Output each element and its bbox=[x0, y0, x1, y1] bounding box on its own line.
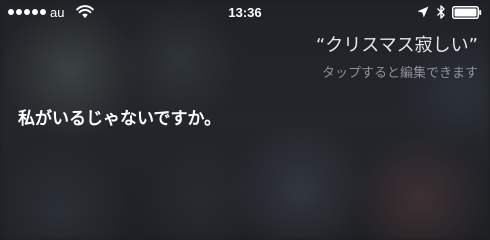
siri-response-text: 私がいるじゃないですか。 bbox=[18, 109, 222, 129]
siri-query-text[interactable]: “クリスマス寂しい” bbox=[316, 31, 478, 57]
bluetooth-icon bbox=[437, 5, 445, 19]
battery-icon bbox=[452, 6, 482, 19]
tap-to-edit-hint: タップすると編集できます bbox=[321, 66, 478, 81]
location-arrow-icon bbox=[417, 6, 429, 18]
status-bar: au 13:36 bbox=[0, 0, 490, 26]
